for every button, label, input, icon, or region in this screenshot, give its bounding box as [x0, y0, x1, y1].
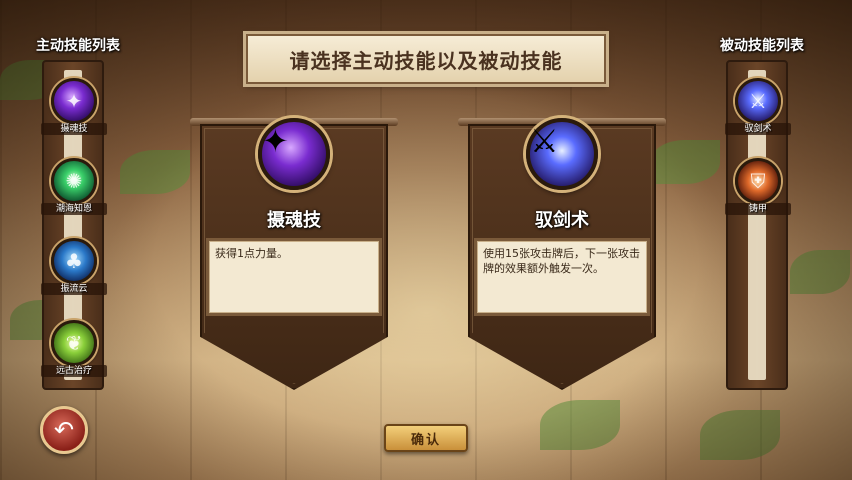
confirm-button[interactable]: 确认 [384, 424, 468, 452]
selected-active-skill-card: ✦ 摄魂技 获得1点力量。 [190, 118, 398, 390]
skill-label: 振流云 [41, 283, 107, 295]
active-skill-slot-1[interactable]: ✦ 摄魂技 [41, 78, 107, 150]
passive-skill-slot-1[interactable]: ⚔ 驭剑术 [725, 78, 791, 150]
soul-claw-icon: ✦ [51, 78, 97, 124]
title-banner: 请选择主动技能以及被动技能 [246, 34, 606, 84]
confirm-label: 确认 [410, 432, 441, 448]
soul-claw-icon: ✦ [258, 118, 330, 190]
sword-icon: ⚔ [735, 78, 781, 124]
skill-description: 使用15张攻击牌后，下一张攻击牌的效果额外触发一次。 [483, 247, 640, 275]
sword-icon: ⚔ [526, 118, 598, 190]
blue-tree-icon: ♣ [51, 238, 97, 284]
skill-label: 潮海知恩 [41, 203, 107, 215]
armor-icon: ⛨ [735, 158, 781, 204]
leaf-heal-icon: ❦ [51, 320, 97, 366]
skill-name: 驭剑术 [535, 210, 589, 231]
passive-skill-slot-2[interactable]: ⛨ 铸甲 [725, 158, 791, 230]
active-skill-list-heading: 主动技能列表 [36, 38, 120, 54]
skill-label: 摄魂技 [41, 123, 107, 135]
active-skill-slot-2[interactable]: ✺ 潮海知恩 [41, 158, 107, 230]
skill-name: 摄魂技 [267, 210, 321, 231]
description-box: 获得1点力量。 [206, 238, 382, 316]
passive-skill-list-heading: 被动技能列表 [720, 38, 804, 54]
active-skill-slot-3[interactable]: ♣ 振流云 [41, 238, 107, 310]
skill-label: 驭剑术 [725, 123, 791, 135]
page-title: 请选择主动技能以及被动技能 [289, 48, 563, 73]
description-box: 使用15张攻击牌后，下一张攻击牌的效果额外触发一次。 [474, 238, 650, 316]
back-arrow-icon: ↶ [53, 416, 75, 444]
back-button[interactable]: ↶ [40, 406, 88, 454]
selected-passive-skill-card: ⚔ 驭剑术 使用15张攻击牌后，下一张攻击牌的效果额外触发一次。 [458, 118, 666, 390]
green-burst-icon: ✺ [51, 158, 97, 204]
skill-label: 铸甲 [725, 203, 791, 215]
skill-label: 远古治疗 [41, 365, 107, 377]
skill-description: 获得1点力量。 [215, 247, 288, 260]
active-skill-slot-4[interactable]: ❦ 远古治疗 [41, 320, 107, 392]
